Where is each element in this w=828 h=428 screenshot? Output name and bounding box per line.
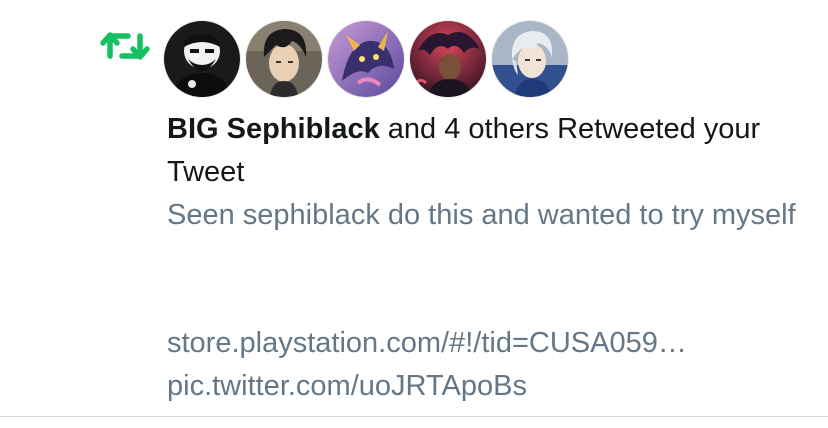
retweet-notification[interactable]: BIG Sephiblack and 4 others Retweeted yo…	[0, 0, 828, 416]
store-link[interactable]: store.playstation.com/#!/tid=CUSA059…	[167, 322, 807, 365]
user-name-link[interactable]: BIG Sephiblack	[167, 113, 380, 145]
pic-link[interactable]: pic.twitter.com/uoJRTApoBs	[167, 365, 807, 408]
avatar-3[interactable]	[328, 21, 404, 97]
tweet-links: store.playstation.com/#!/tid=CUSA059… pi…	[167, 322, 807, 408]
retweet-icon	[100, 26, 150, 66]
tweet-text[interactable]: Seen sephiblack do this and wanted to tr…	[167, 194, 797, 237]
avatar-4[interactable]	[410, 21, 486, 97]
notification-body: BIG Sephiblack and 4 others Retweeted yo…	[167, 108, 797, 237]
avatar-1[interactable]	[164, 21, 240, 97]
avatar-2[interactable]	[246, 21, 322, 97]
next-item-edge	[0, 417, 828, 428]
avatar-5[interactable]	[492, 21, 568, 97]
notification-headline: BIG Sephiblack and 4 others Retweeted yo…	[167, 108, 797, 194]
